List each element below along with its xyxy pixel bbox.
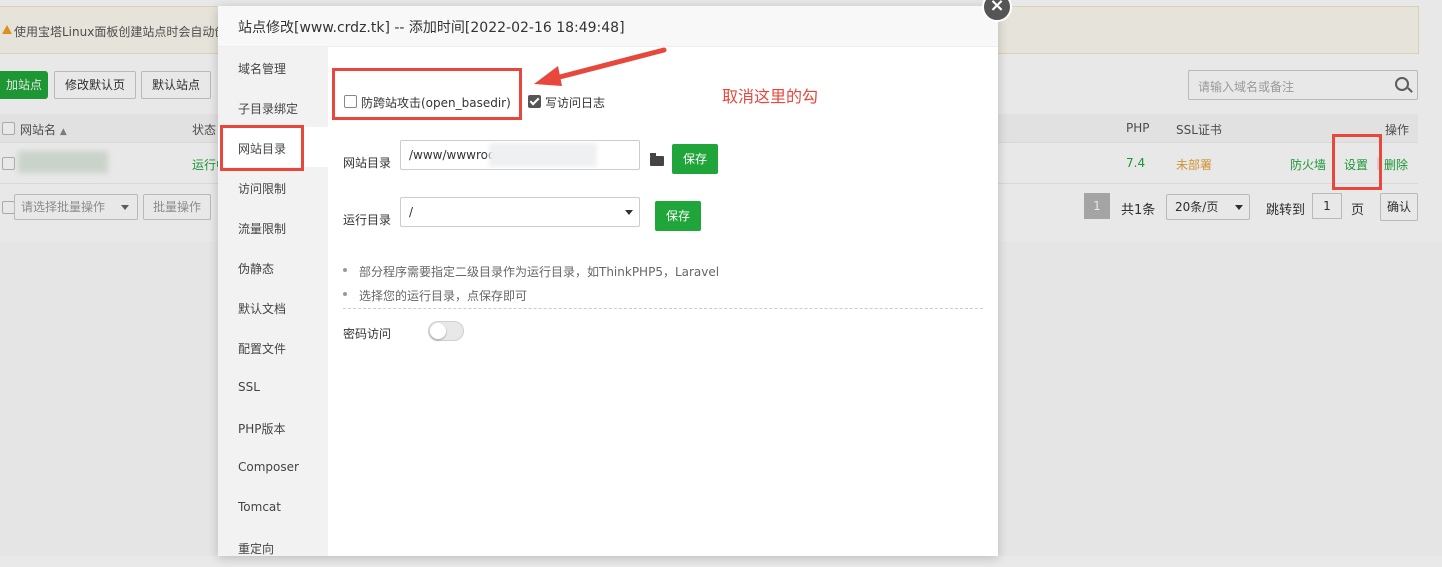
menu-item-label: 子目录绑定 — [238, 102, 299, 116]
site-dir-input[interactable]: /www/wwwroo — [400, 140, 640, 170]
menu-item-label: 重定向 — [238, 542, 275, 556]
modal-side-menu: 域名管理 子目录绑定 网站目录 访问限制 流量限制 伪静态 默认文档 配置文件 SSL PHP版本… — [218, 47, 328, 556]
save-run-dir-button[interactable]: 保存 — [655, 201, 701, 231]
tip-bullet — [343, 292, 347, 296]
tip-2: 选择您的运行目录，点保存即可 — [359, 289, 528, 303]
menu-item-label: Composer — [238, 460, 299, 474]
password-access-toggle[interactable] — [428, 321, 464, 341]
menu-item-4[interactable]: 流量限制 — [218, 207, 328, 247]
site-dir-redacted — [489, 143, 597, 167]
menu-item-label: PHP版本 — [238, 422, 286, 436]
site-directory-panel: 防跨站攻击(open_basedir) 写访问日志 网站目录 /www/wwwr… — [328, 47, 998, 556]
menu-item-11[interactable]: Tomcat — [218, 487, 328, 527]
menu-item-8[interactable]: SSL — [218, 367, 328, 407]
menu-item-label: Tomcat — [238, 500, 281, 514]
tip-1: 部分程序需要指定二级目录作为运行目录，如ThinkPHP5，Laravel — [359, 265, 720, 279]
modal-title: 站点修改[www.crdz.tk] -- 添加时间[2022-02-16 18:… — [238, 20, 625, 36]
annotation-box-settings — [1332, 134, 1382, 190]
save-site-dir-button[interactable]: 保存 — [672, 144, 718, 174]
menu-item-label: 默认文档 — [238, 302, 287, 316]
menu-item-10[interactable]: Composer — [218, 447, 328, 487]
menu-item-label: 伪静态 — [238, 262, 275, 276]
annotation-arrow — [534, 47, 667, 86]
annotation-box-checkbox — [332, 68, 522, 120]
menu-item-0[interactable]: 域名管理 — [218, 47, 328, 87]
menu-item-7[interactable]: 配置文件 — [218, 327, 328, 367]
chevron-down-icon — [625, 210, 633, 215]
menu-item-label: SSL — [238, 380, 260, 394]
run-dir-value: / — [409, 205, 414, 219]
run-dir-select[interactable]: / — [400, 197, 640, 227]
site-dir-label: 网站目录 — [343, 156, 392, 170]
menu-item-label: 域名管理 — [238, 62, 287, 76]
menu-item-label: 流量限制 — [238, 222, 287, 236]
site-dir-value: /www/wwwroo — [409, 148, 496, 162]
annotation-text: 取消这里的勾 — [722, 87, 819, 106]
password-access-label: 密码访问 — [343, 327, 392, 341]
menu-item-3[interactable]: 访问限制 — [218, 167, 328, 207]
menu-item-label: 访问限制 — [238, 182, 287, 196]
annotation-box-menu — [220, 125, 304, 171]
access-log-label[interactable]: 写访问日志 — [545, 94, 605, 111]
divider — [343, 308, 983, 309]
folder-icon[interactable] — [650, 153, 664, 166]
run-dir-label: 运行目录 — [343, 213, 392, 227]
tip-bullet — [343, 268, 347, 272]
menu-item-9[interactable]: PHP版本 — [218, 407, 328, 447]
menu-item-12[interactable]: 重定向 — [218, 527, 328, 567]
menu-item-label: 配置文件 — [238, 342, 287, 356]
access-log-checkbox[interactable] — [528, 95, 541, 108]
menu-item-6[interactable]: 默认文档 — [218, 287, 328, 327]
menu-item-5[interactable]: 伪静态 — [218, 247, 328, 287]
menu-item-1[interactable]: 子目录绑定 — [218, 87, 328, 127]
